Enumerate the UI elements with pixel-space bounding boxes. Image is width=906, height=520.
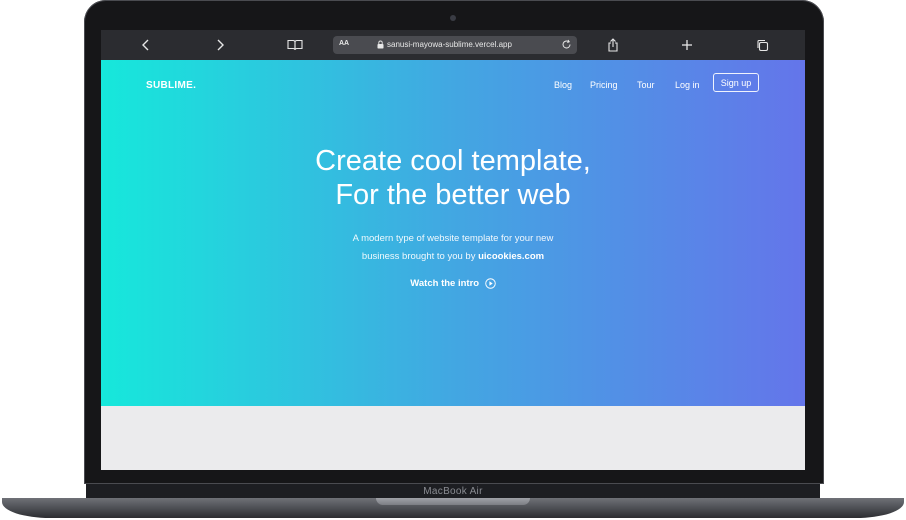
laptop-mockup: AA sanusi-mayowa-sublime.vercel.app SUBL… [0,0,906,520]
tabs-icon [756,39,768,51]
hero-section: SUBLIME. Blog Pricing Tour Log in Sign u… [101,60,805,406]
share-button[interactable] [598,30,628,60]
reader-aa-button[interactable]: AA [339,40,349,47]
nav-tour[interactable]: Tour [637,80,655,90]
site-nav: Blog Pricing Tour Log in Sign up [101,60,805,120]
url-text: sanusi-mayowa-sublime.vercel.app [387,40,512,49]
nav-login[interactable]: Log in [675,80,700,90]
nav-blog[interactable]: Blog [554,80,572,90]
signup-button[interactable]: Sign up [713,73,759,92]
play-circle-icon [484,278,496,289]
plus-icon [682,40,692,50]
bookmarks-button[interactable] [280,30,310,60]
reload-icon[interactable] [561,39,572,50]
base-notch [376,498,530,505]
chevron-left-icon [142,39,149,51]
hero-subtext: A modern type of website template for yo… [101,230,805,266]
device-label: MacBook Air [423,486,483,497]
hero-headline: Create cool template, For the better web [101,144,805,212]
browser-toolbar: AA sanusi-mayowa-sublime.vercel.app [101,30,805,60]
subtext-line-1: A modern type of website template for yo… [352,233,554,244]
watch-intro-label: Watch the intro [410,278,480,289]
chevron-right-icon [217,39,224,51]
new-tab-button[interactable] [672,30,702,60]
headline-line-2: For the better web [335,179,571,211]
forward-button[interactable] [205,30,235,60]
lock-icon [377,40,384,49]
address-bar[interactable]: AA sanusi-mayowa-sublime.vercel.app [333,36,577,54]
tabs-overview-button[interactable] [747,30,777,60]
watch-intro-link[interactable]: Watch the intro [101,278,805,289]
share-icon [608,38,618,52]
uicookies-link[interactable]: uicookies.com [478,251,544,262]
content-area [101,406,805,470]
subtext-line-2: business brought to you by uicookies.com [101,248,805,266]
screen: AA sanusi-mayowa-sublime.vercel.app SUBL… [101,30,805,470]
book-icon [287,39,303,51]
nav-pricing[interactable]: Pricing [590,80,618,90]
headline-line-1: Create cool template, [315,145,591,177]
camera-dot [450,15,456,21]
back-button[interactable] [131,30,161,60]
subtext-prefix: business brought to you by [361,251,476,262]
